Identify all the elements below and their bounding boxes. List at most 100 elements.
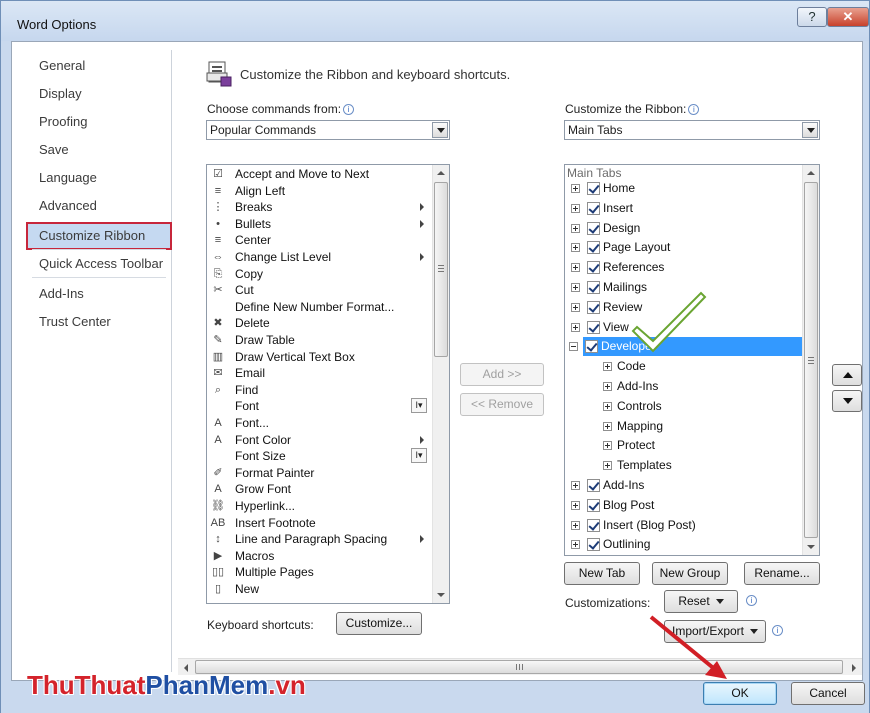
tree-item-mailings[interactable]: Mailings bbox=[565, 278, 802, 297]
rename-button[interactable]: Rename... bbox=[744, 562, 820, 585]
nav-item-general[interactable]: General bbox=[26, 52, 172, 80]
nav-item-add-ins[interactable]: Add-Ins bbox=[26, 280, 172, 308]
list-item[interactable]: ✎ Draw Table bbox=[207, 332, 429, 349]
tree-item-developer[interactable]: Developer bbox=[569, 337, 802, 357]
list-item[interactable]: A Grow Font bbox=[207, 481, 429, 498]
tree-item-add-ins[interactable]: Add-Ins bbox=[565, 476, 802, 495]
ribbon-tabs-tree[interactable]: Main Tabs Home Insert Design Page Layout Ref… bbox=[564, 164, 820, 556]
list-item[interactable]: ≡ Center bbox=[207, 232, 429, 249]
expand-icon[interactable] bbox=[571, 540, 580, 550]
tab-checkbox[interactable] bbox=[587, 281, 600, 294]
list-item[interactable]: ⋮ Breaks bbox=[207, 199, 429, 216]
list-item[interactable]: AB Insert Footnote bbox=[207, 515, 429, 532]
list-item[interactable]: ✉ Email bbox=[207, 365, 429, 382]
nav-item-trust-center[interactable]: Trust Center bbox=[26, 308, 172, 336]
list-item[interactable]: • Bullets bbox=[207, 216, 429, 233]
tree-item-add-ins[interactable]: Add-Ins bbox=[565, 377, 802, 396]
tree-item-mapping[interactable]: Mapping bbox=[565, 417, 802, 436]
chevron-down-icon[interactable] bbox=[432, 122, 448, 138]
list-item[interactable]: ▯▯ Multiple Pages bbox=[207, 564, 429, 581]
scroll-up-icon[interactable] bbox=[433, 165, 449, 181]
help-button[interactable]: ? bbox=[797, 7, 827, 27]
chevron-down-icon[interactable] bbox=[802, 122, 818, 138]
list-item[interactable]: Font I▾ bbox=[207, 398, 429, 415]
expand-icon[interactable] bbox=[603, 382, 612, 391]
import-export-button[interactable]: Import/Export bbox=[664, 620, 766, 643]
list-item[interactable]: ✐ Format Painter bbox=[207, 465, 429, 482]
cancel-button[interactable]: Cancel bbox=[791, 682, 865, 705]
nav-item-customize-ribbon[interactable]: Customize Ribbon bbox=[26, 222, 172, 250]
tree-item-design[interactable]: Design bbox=[565, 219, 802, 238]
expand-icon[interactable] bbox=[571, 322, 580, 332]
list-item[interactable]: ✂ Cut bbox=[207, 282, 429, 299]
list-item[interactable]: ⎘ Copy bbox=[207, 266, 429, 283]
expand-icon[interactable] bbox=[571, 203, 580, 213]
tab-checkbox[interactable] bbox=[587, 300, 600, 314]
list-item[interactable]: Font Size I▾ bbox=[207, 448, 429, 465]
tree-item-page-layout[interactable]: Page Layout bbox=[565, 238, 802, 257]
move-down-button[interactable] bbox=[832, 390, 862, 412]
tab-checkbox[interactable] bbox=[587, 498, 600, 512]
move-up-button[interactable] bbox=[832, 364, 862, 386]
expand-icon[interactable] bbox=[571, 520, 580, 530]
scroll-right-icon[interactable] bbox=[846, 659, 862, 675]
expand-icon[interactable] bbox=[603, 421, 612, 431]
new-tab-button[interactable]: New Tab bbox=[564, 562, 640, 585]
tab-checkbox[interactable] bbox=[587, 241, 600, 255]
scroll-up-icon[interactable] bbox=[803, 165, 819, 181]
tree-item-code[interactable]: Code bbox=[565, 357, 802, 376]
add-button[interactable]: Add >> bbox=[460, 363, 544, 386]
customize-ribbon-dropdown[interactable]: Main Tabs bbox=[564, 120, 820, 140]
tab-checkbox[interactable] bbox=[587, 182, 600, 195]
tab-checkbox[interactable] bbox=[587, 538, 600, 552]
nav-item-proofing[interactable]: Proofing bbox=[26, 108, 172, 136]
tab-checkbox[interactable] bbox=[587, 201, 600, 215]
nav-item-display[interactable]: Display bbox=[26, 80, 172, 108]
tab-checkbox[interactable] bbox=[587, 221, 600, 235]
reset-button[interactable]: Reset bbox=[664, 590, 738, 613]
list-item[interactable]: ☑ Accept and Move to Next bbox=[207, 166, 429, 183]
tree-item-view[interactable]: View bbox=[565, 318, 802, 337]
commands-scrollbar[interactable] bbox=[432, 165, 449, 603]
expand-icon[interactable] bbox=[603, 441, 612, 451]
tab-checkbox[interactable] bbox=[587, 320, 600, 334]
expand-icon[interactable] bbox=[571, 283, 580, 292]
tab-checkbox[interactable] bbox=[587, 479, 600, 492]
nav-item-quick-access-toolbar[interactable]: Quick Access Toolbar bbox=[26, 250, 172, 278]
expand-icon[interactable] bbox=[571, 500, 580, 510]
ok-button[interactable]: OK bbox=[703, 682, 777, 705]
nav-item-save[interactable]: Save bbox=[26, 136, 172, 164]
expand-icon[interactable] bbox=[603, 401, 612, 411]
tree-item-insert-blog-post-[interactable]: Insert (Blog Post) bbox=[565, 516, 802, 535]
list-item[interactable]: A Font... bbox=[207, 415, 429, 432]
scroll-down-icon[interactable] bbox=[433, 587, 449, 603]
expand-icon[interactable] bbox=[571, 263, 580, 273]
tree-item-insert[interactable]: Insert bbox=[565, 199, 802, 218]
expand-icon[interactable] bbox=[603, 461, 612, 471]
tree-item-protect[interactable]: Protect bbox=[565, 436, 802, 455]
list-item[interactable]: ↕ Line and Paragraph Spacing bbox=[207, 531, 429, 548]
tree-scrollbar[interactable] bbox=[802, 165, 819, 555]
list-item[interactable]: ⌕ Find bbox=[207, 382, 429, 399]
commands-list[interactable]: ☑ Accept and Move to Next ≡ Align Left ⋮ Brea… bbox=[206, 164, 450, 604]
expand-icon[interactable] bbox=[603, 362, 612, 372]
tab-checkbox[interactable] bbox=[587, 518, 600, 532]
scroll-down-icon[interactable] bbox=[803, 539, 819, 555]
list-item[interactable]: ▥ Draw Vertical Text Box bbox=[207, 349, 429, 366]
expand-icon[interactable] bbox=[571, 223, 580, 233]
expand-icon[interactable] bbox=[571, 243, 580, 253]
tab-checkbox[interactable] bbox=[585, 340, 598, 354]
tree-item-home[interactable]: Home bbox=[565, 179, 802, 198]
remove-button[interactable]: << Remove bbox=[460, 393, 544, 416]
list-item[interactable]: ≡ Align Left bbox=[207, 183, 429, 200]
close-button[interactable]: ✕ bbox=[827, 7, 869, 27]
list-item[interactable]: ⛓ Hyperlink... bbox=[207, 498, 429, 515]
scrollbar-thumb[interactable] bbox=[804, 182, 818, 538]
choose-commands-dropdown[interactable]: Popular Commands bbox=[206, 120, 450, 140]
list-item[interactable]: Define New Number Format... bbox=[207, 299, 429, 316]
scrollbar-thumb[interactable] bbox=[434, 182, 448, 357]
keyboard-customize-button[interactable]: Customize... bbox=[336, 612, 422, 635]
nav-item-language[interactable]: Language bbox=[26, 164, 172, 192]
tab-checkbox[interactable] bbox=[587, 261, 600, 275]
list-item[interactable]: ▶ Macros bbox=[207, 548, 429, 565]
